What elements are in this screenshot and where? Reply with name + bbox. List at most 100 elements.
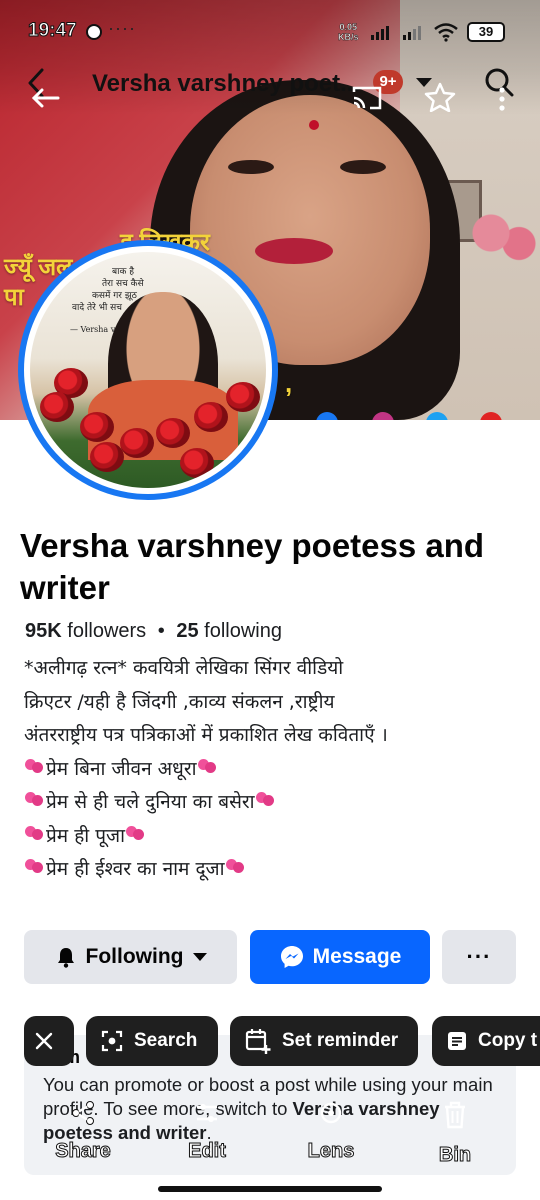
- bin-action[interactable]: Bin: [410, 1100, 500, 1167]
- heart-icon: [225, 859, 247, 877]
- heart-icon: [125, 825, 147, 844]
- nav-bar: Versha varshney poet... 9+: [0, 58, 540, 112]
- heart-icon: [24, 758, 46, 777]
- lens-label: Lens: [307, 1140, 355, 1163]
- home-indicator[interactable]: [158, 1186, 382, 1192]
- bio-line: *अलीगढ़ रत्न* कवयित्री लेखिका सिंगर वीडि…: [24, 657, 344, 679]
- heart-icon: [197, 758, 219, 777]
- profile-screen: ह लिखकर ज्यूँ जल पा , 19:47 ···· 0.05 KB…: [0, 0, 540, 1200]
- share-action[interactable]: Share: [38, 1100, 128, 1163]
- cover-bindi: [309, 120, 319, 130]
- screenshot-action-bar: Share Edit Lens Bin: [0, 1100, 540, 1170]
- heart-icon: [24, 859, 46, 877]
- status-time: 19:47: [28, 20, 78, 42]
- cast-icon: [352, 86, 382, 110]
- ghost-back-icon: [31, 88, 60, 108]
- rose: [156, 418, 190, 448]
- search-chip-label: Search: [134, 1030, 198, 1051]
- lens-action[interactable]: Lens: [286, 1100, 376, 1163]
- set-reminder-chip[interactable]: Set reminder: [230, 1016, 418, 1066]
- avatar-poem-line: तेरा सच कैसे: [102, 279, 144, 289]
- followers-label[interactable]: followers: [67, 620, 146, 642]
- following-button[interactable]: Following: [24, 930, 237, 984]
- profile-avatar[interactable]: बाक है तेरा सच कैसे कसमें गर झूठ वादे ते…: [18, 240, 278, 500]
- following-label[interactable]: following: [204, 620, 282, 642]
- set-reminder-chip-label: Set reminder: [282, 1030, 399, 1051]
- bio-line-text: प्रेम ही पूजा: [46, 824, 126, 847]
- more-options-button[interactable]: ···: [442, 930, 516, 984]
- network-speed-value: 0.05: [339, 22, 358, 32]
- search-chip[interactable]: Search: [86, 1016, 218, 1066]
- cover-eye-right: [340, 160, 386, 174]
- cover-lips: [255, 238, 333, 264]
- stats-separator: •: [157, 620, 165, 642]
- profile-stats: 95K followers • 25 following: [25, 620, 282, 643]
- rose: [90, 442, 124, 472]
- star-icon: [424, 82, 456, 112]
- heart-icon: [255, 792, 277, 810]
- kebab-menu-icon: [499, 87, 505, 111]
- signal-2-icon: [403, 26, 421, 40]
- message-button-label: Message: [312, 945, 402, 968]
- page-title: Versha varshney poet...: [92, 70, 361, 97]
- close-chip[interactable]: [24, 1016, 74, 1066]
- following-button-label: Following: [85, 945, 184, 968]
- status-bar: 19:47 ···· 0.05 KB/s 39: [0, 14, 540, 50]
- bio-line: क्रिएटर /यही है जिंदगी ,काव्य संकलन ,राष…: [24, 690, 335, 713]
- share-icon: [72, 1101, 94, 1125]
- avatar-image: बाक है तेरा सच कैसे कसमें गर झूठ वादे ते…: [30, 252, 266, 488]
- avatar-poem-line: बाक है: [112, 267, 135, 277]
- chevron-down-icon: [193, 953, 208, 961]
- trash-icon: [445, 1101, 465, 1129]
- cover-eye-left: [228, 160, 274, 174]
- signal-1-icon: [371, 26, 389, 40]
- message-button[interactable]: Message: [250, 930, 430, 984]
- bin-label: Bin: [438, 1144, 472, 1167]
- share-label: Share: [55, 1140, 112, 1163]
- bell-icon: [57, 948, 74, 968]
- close-icon: [35, 1032, 53, 1050]
- cover-text-line4: ,: [285, 368, 293, 398]
- bio-line-text: प्रेम से ही चले दुनिया का बसेरा: [46, 791, 255, 813]
- calendar-add-icon: [245, 1029, 271, 1054]
- more-notifications-icon: ····: [108, 18, 136, 38]
- messenger-icon: [280, 946, 303, 968]
- edit-action[interactable]: Edit: [162, 1100, 252, 1163]
- heart-icon: [24, 792, 46, 810]
- followers-count[interactable]: 95K: [25, 620, 62, 642]
- bio-line-4: प्रेम बिना जीवन अधूरा: [24, 753, 524, 787]
- following-count[interactable]: 25: [176, 620, 198, 642]
- bio-line-6: प्रेम ही पूजा: [24, 820, 524, 854]
- bio-line-5: प्रेम से ही चले दुनिया का बसेरा: [24, 786, 524, 820]
- bio-line-text: प्रेम बिना जीवन अधूरा: [46, 757, 197, 780]
- lens-icon: [320, 1102, 342, 1124]
- rose: [226, 382, 260, 412]
- edit-label: Edit: [188, 1140, 227, 1163]
- lens-chips: Search Set reminder Copy t: [0, 1016, 540, 1068]
- bio-line-text: प्रेम ही ईश्वर का नाम दूजा: [46, 858, 225, 880]
- rose: [120, 428, 154, 458]
- profile-name: Versha varshney poetess and writer: [20, 527, 485, 606]
- rose: [180, 448, 214, 478]
- network-speed-unit: KB/s: [338, 32, 359, 42]
- copy-text-chip-label: Copy t: [478, 1030, 538, 1051]
- heart-icon: [24, 825, 46, 844]
- copy-text-chip[interactable]: Copy t: [432, 1016, 540, 1066]
- wifi-icon: [434, 23, 458, 42]
- cover-roses: [470, 205, 540, 275]
- network-speed: 0.05 KB/s: [338, 22, 359, 42]
- more-options-label: ···: [466, 944, 492, 969]
- bio-line: अंतरराष्ट्रीय पत्र पत्रिकाओं में प्रकाशि…: [24, 724, 388, 746]
- profile-bio: *अलीगढ़ रत्न* कवयित्री लेखिका सिंगर वीडि…: [24, 652, 524, 887]
- battery-indicator: 39: [467, 22, 505, 42]
- rose: [40, 392, 74, 422]
- lens-search-icon: [101, 1030, 123, 1052]
- cover-text-line2: पा: [4, 284, 24, 311]
- sliders-icon: [197, 1104, 217, 1122]
- messenger-notification-icon: [86, 24, 102, 40]
- rose: [194, 402, 228, 432]
- document-icon: [448, 1032, 466, 1050]
- rose: [80, 412, 114, 442]
- bio-line-7: प्रेम ही ईश्वर का नाम दूजा: [24, 853, 524, 887]
- top-bar: 19:47 ···· 0.05 KB/s 39 Versha varshney …: [0, 0, 540, 115]
